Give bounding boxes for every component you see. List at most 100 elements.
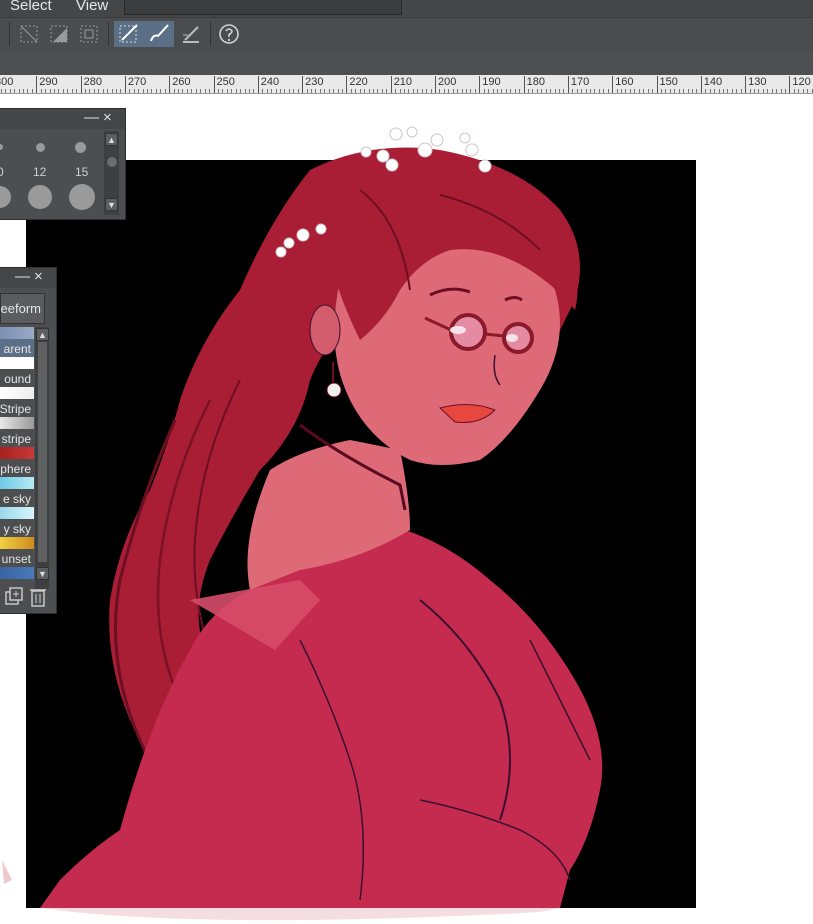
ruler-minor-tick	[372, 89, 374, 93]
gradient-label: stripe	[1, 432, 31, 446]
ruler-minor-tick	[173, 89, 175, 93]
ruler-minor-tick	[226, 89, 228, 93]
ruler-minor-tick	[674, 89, 676, 93]
ruler-minor-tick	[718, 89, 720, 93]
ruler-minor-tick	[315, 89, 317, 93]
toolbar-separator	[9, 22, 10, 46]
ruler-minor-tick	[683, 89, 685, 93]
fill-selection-icon	[50, 25, 68, 43]
brush-size-panel-titlebar[interactable]: — ×	[0, 109, 125, 129]
ruler-major-tick	[36, 76, 38, 93]
gradient-item[interactable]: ound	[0, 357, 34, 387]
ruler-label: 130	[748, 76, 767, 88]
ruler-minor-tick	[678, 89, 680, 93]
invert-selection-button[interactable]	[76, 21, 102, 47]
ruler-minor-tick	[9, 89, 11, 93]
ruler-minor-tick	[665, 89, 667, 93]
ruler-minor-tick	[386, 89, 388, 93]
freeform-mode-button[interactable]: reeform	[0, 293, 45, 324]
minimize-button[interactable]: —	[84, 110, 99, 125]
gradient-item[interactable]: y sky	[0, 507, 34, 537]
ruler-minor-tick	[709, 89, 711, 93]
ruler-label: 200	[438, 76, 457, 88]
horizontal-ruler: 300 290 280 270 260 250 240 230 220 210 200 190 180 1…	[0, 75, 813, 94]
ruler-minor-tick	[58, 89, 60, 93]
scroll-thumb[interactable]	[38, 342, 47, 562]
gradient-item[interactable]: unset	[0, 537, 34, 567]
brush-size-swatch[interactable]	[20, 135, 60, 159]
ruler-minor-tick	[731, 89, 733, 93]
ruler-minor-tick	[443, 89, 445, 93]
ruler-minor-tick	[93, 89, 95, 93]
ruler-major-tick	[656, 76, 658, 93]
ruler-minor-tick	[643, 89, 645, 93]
ruler-minor-tick	[426, 89, 428, 93]
brush-size-swatch[interactable]	[60, 135, 100, 159]
delete-gradient-button[interactable]	[28, 586, 48, 611]
gradient-item[interactable]: Stripe	[0, 387, 34, 417]
help-icon	[219, 24, 239, 44]
scroll-thumb[interactable]	[107, 157, 117, 167]
ruler-minor-tick	[554, 89, 556, 93]
gradient-item[interactable]: e sky	[0, 477, 34, 507]
ruler-major-tick	[80, 76, 82, 93]
ruler-minor-tick	[350, 89, 352, 93]
ruler-minor-tick	[284, 89, 286, 93]
close-button[interactable]: ×	[103, 110, 112, 125]
ruler-minor-tick	[740, 89, 742, 93]
ruler-major-tick	[700, 76, 702, 93]
gradient-label: phere	[0, 462, 31, 476]
scroll-down-button[interactable]: ▼	[105, 198, 118, 211]
scroll-down-button[interactable]: ▼	[36, 567, 49, 580]
ruler-minor-tick	[266, 89, 268, 93]
ruler-major-tick	[169, 76, 171, 93]
fill-selection-button[interactable]	[46, 21, 72, 47]
gradient-panel-titlebar[interactable]: — ×	[0, 268, 56, 288]
brush-size-swatch[interactable]	[20, 185, 60, 209]
gradient-swatch	[0, 507, 34, 519]
gradient-swatch	[0, 477, 34, 489]
ruler-minor-tick	[54, 89, 56, 93]
selection-brush-button[interactable]	[144, 21, 174, 47]
brush-size-swatch[interactable]	[62, 184, 102, 210]
gradient-item[interactable]: arent	[0, 327, 34, 357]
dropdown-menu-edge	[124, 0, 402, 15]
ruler-major-tick	[612, 76, 614, 93]
ruler-minor-tick	[590, 89, 592, 93]
duplicate-gradient-button[interactable]	[3, 586, 25, 611]
ruler-minor-tick	[457, 89, 459, 93]
menu-view[interactable]: View	[76, 0, 108, 14]
clear-selection-button[interactable]	[16, 21, 42, 47]
brush-size-swatch[interactable]	[0, 185, 20, 209]
scroll-up-button[interactable]: ▲	[105, 133, 118, 146]
help-button[interactable]	[216, 21, 242, 47]
menu-select[interactable]: Select	[10, 0, 52, 14]
paint-speck	[2, 860, 12, 884]
gradient-label: Stripe	[0, 402, 31, 416]
brush-size-swatch[interactable]	[0, 135, 20, 159]
close-button[interactable]: ×	[34, 269, 43, 284]
gradient-swatch	[0, 537, 34, 549]
ruler-major-tick	[213, 76, 215, 93]
gradient-item[interactable]: phere	[0, 447, 34, 477]
scroll-up-button[interactable]: ▲	[36, 328, 49, 341]
ruler-minor-tick	[328, 89, 330, 93]
ruler-minor-tick	[244, 89, 246, 93]
ruler-minor-tick	[634, 89, 636, 93]
minimize-button[interactable]: —	[15, 269, 30, 284]
ruler-minor-tick	[545, 89, 547, 93]
ruler-minor-tick	[306, 89, 308, 93]
ruler-minor-tick	[142, 89, 144, 93]
ruler-label: 300	[0, 76, 14, 88]
shrink-selection-button[interactable]	[178, 21, 204, 47]
ruler-minor-tick	[652, 89, 654, 93]
ear	[309, 304, 341, 356]
ruler-minor-tick	[381, 89, 383, 93]
ruler-label: 240	[260, 76, 280, 88]
gradient-item[interactable]: stripe	[0, 417, 34, 447]
ruler-minor-tick	[155, 89, 157, 93]
ruler-minor-tick	[412, 89, 414, 93]
selection-pen-button[interactable]	[114, 21, 144, 47]
ruler-minor-tick	[505, 89, 507, 93]
ruler-label: 160	[615, 76, 634, 88]
